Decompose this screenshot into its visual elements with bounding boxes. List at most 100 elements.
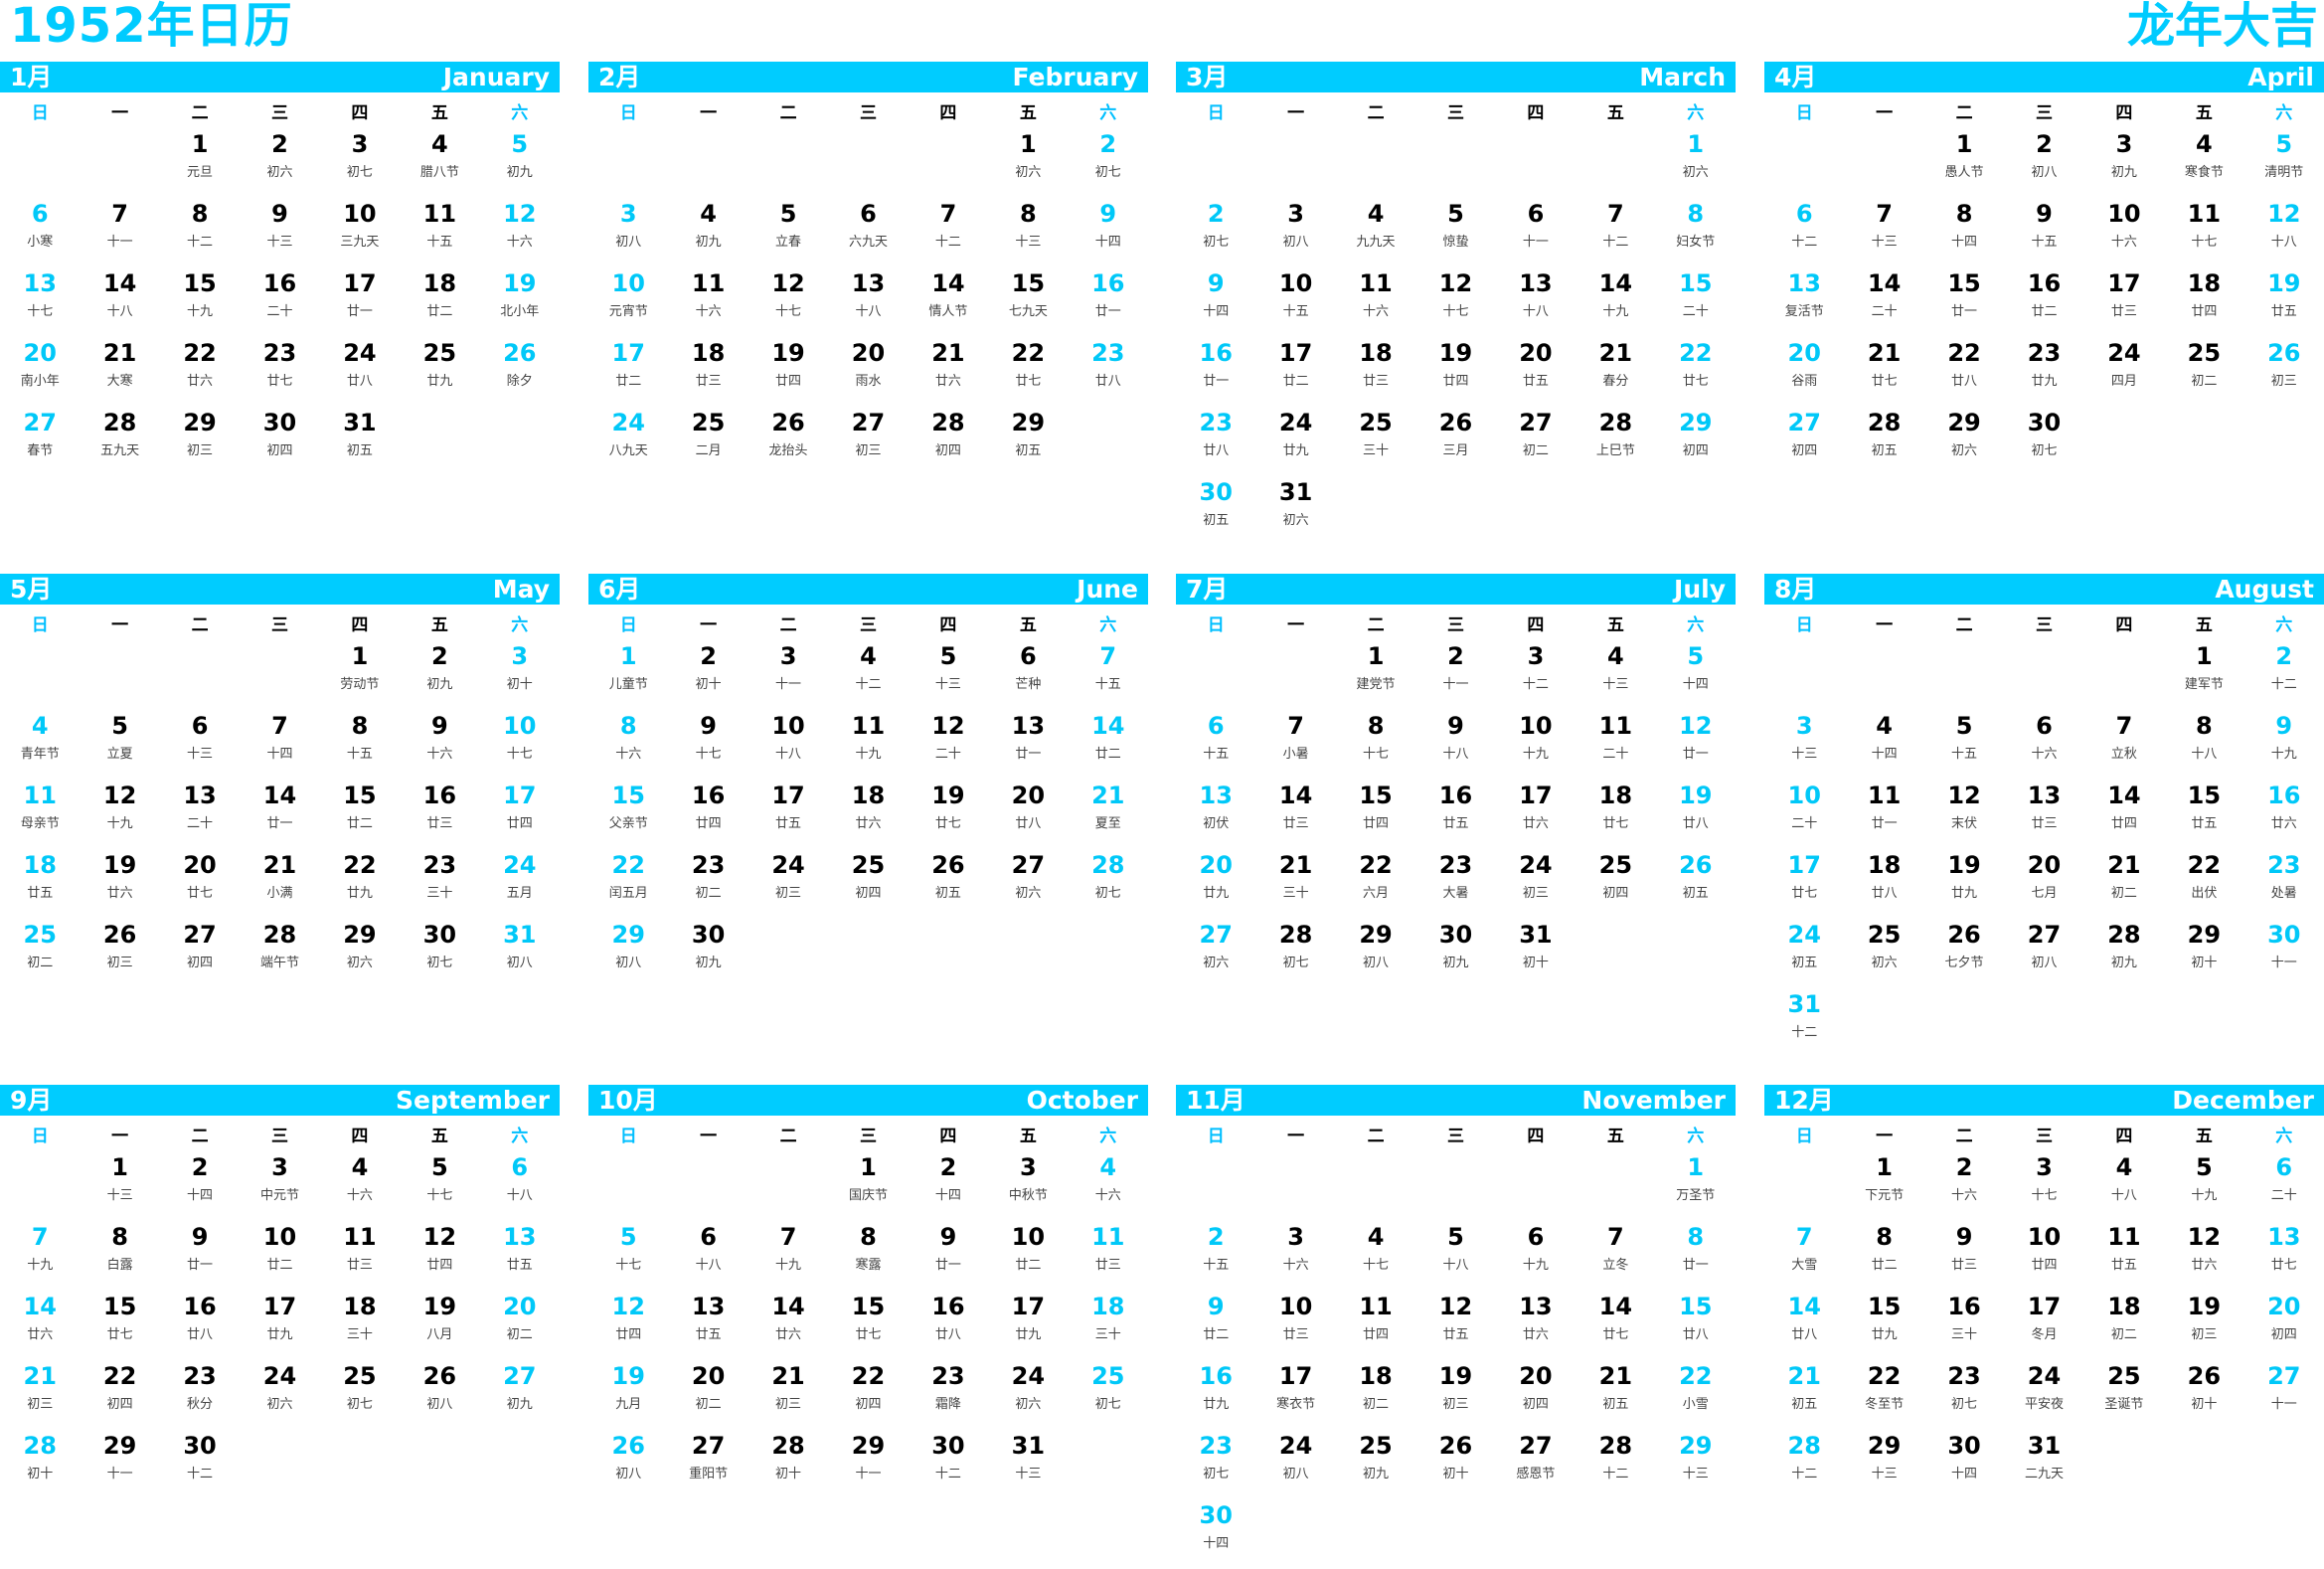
day-number: 29	[183, 409, 217, 436]
month-name-cn: 11月	[1186, 1086, 1245, 1115]
lunar-date: 十二	[855, 677, 882, 692]
lunar-date: 十一	[855, 1467, 882, 1482]
day-number: 12	[2267, 200, 2301, 228]
lunar-date: 九九天	[1356, 235, 1396, 250]
weekday-header: 日一二三四五六	[588, 1116, 1148, 1151]
day-number: 23	[183, 1362, 217, 1390]
day-number: 31	[1278, 478, 1313, 506]
day-number: 4	[1876, 712, 1893, 740]
weekday-label: 六	[1099, 614, 1117, 635]
empty-cell	[1255, 1151, 1335, 1221]
lunar-date: 初二	[1522, 443, 1549, 458]
day-number: 9	[271, 200, 288, 228]
day-cell: 23 霜降	[909, 1360, 988, 1430]
day-cell: 19 八月	[400, 1291, 479, 1360]
lunar-date: 小暑	[1282, 747, 1309, 762]
day-number: 4	[1607, 642, 1624, 670]
empty-cell	[1415, 1151, 1495, 1221]
day-cell: 13 十七	[0, 267, 80, 337]
day-cell: 6 十八	[668, 1221, 747, 1291]
lunar-date: 十九	[1602, 304, 1629, 319]
day-cell: 5 清明节	[2244, 128, 2324, 198]
day-number: 8	[2196, 712, 2213, 740]
day-cell: 12 十七	[748, 267, 828, 337]
lunar-date: 下元节	[1865, 1188, 1905, 1203]
day-number: 24	[2107, 339, 2141, 367]
month-name-cn: 8月	[1774, 575, 1817, 604]
day-number: 15	[1679, 1293, 1713, 1320]
lunar-date: 万圣节	[1676, 1188, 1716, 1203]
day-cell: 30 十一	[2244, 919, 2324, 988]
lunar-date: 二月	[695, 443, 722, 458]
day-cell: 2 初六	[240, 128, 319, 198]
lunar-date: 初四	[1682, 443, 1709, 458]
weekday-label: 六	[2275, 614, 2293, 635]
day-cell: 6 十六	[2004, 710, 2083, 780]
day-cell: 9 十四	[1176, 267, 1255, 337]
day-number: 12	[931, 712, 965, 740]
day-number: 16	[931, 1293, 965, 1320]
day-number: 24	[1278, 409, 1313, 436]
lunar-date: 八月	[426, 1327, 453, 1342]
day-number: 18	[2107, 1293, 2141, 1320]
day-number: 29	[1679, 1432, 1713, 1460]
day-cell: 27 初九	[480, 1360, 560, 1430]
weekday-header: 日一二三四五六	[1764, 1116, 2324, 1151]
weekday-label: 一	[1876, 614, 1894, 635]
day-number: 17	[1278, 1362, 1313, 1390]
day-cell: 15 廿二	[320, 780, 400, 849]
day-number: 28	[2107, 921, 2141, 949]
day-cell: 17 廿二	[588, 337, 668, 407]
day-cell: 9 廿二	[1176, 1291, 1255, 1360]
day-number: 23	[1199, 1432, 1233, 1460]
empty-cell	[2004, 640, 2083, 710]
day-cell: 21 初五	[1764, 1360, 1844, 1430]
lunar-date: 十三	[1682, 1467, 1709, 1482]
weekday-header: 日一二三四五六	[588, 605, 1148, 640]
day-number: 20	[183, 851, 217, 879]
day-number: 10	[1278, 269, 1313, 297]
lunar-date: 廿八	[346, 374, 373, 389]
day-number: 24	[1787, 921, 1821, 949]
day-cell: 1 初六	[988, 128, 1068, 198]
day-number: 8	[1367, 712, 1385, 740]
day-cell: 15 七九天	[988, 267, 1068, 337]
day-number: 13	[1011, 712, 1046, 740]
day-number: 21	[2107, 851, 2141, 879]
weekday-label: 日	[1207, 614, 1225, 635]
day-cell: 16 廿四	[668, 780, 747, 849]
day-cell: 23 初七	[1176, 1430, 1255, 1499]
lunar-date: 三九天	[340, 235, 380, 250]
lunar-date: 初三	[27, 1397, 54, 1412]
day-number: 21	[1091, 782, 1125, 809]
day-number: 1	[1687, 130, 1705, 158]
lunar-date: 十九	[187, 304, 214, 319]
day-cell: 29 初八	[588, 919, 668, 988]
lunar-date: 十六	[2110, 235, 2137, 250]
day-cell: 16 廿九	[1176, 1360, 1255, 1430]
weekday-label: 五	[430, 614, 448, 635]
day-cell: 3 中元节	[240, 1151, 319, 1221]
lunar-date: 十一	[1442, 677, 1469, 692]
month-header: 10月 October	[588, 1085, 1148, 1116]
lunar-date: 三十	[1363, 443, 1390, 458]
day-number: 16	[2267, 782, 2301, 809]
lunar-date: 十五	[1094, 677, 1121, 692]
day-cell: 16 廿一	[1069, 267, 1148, 337]
lunar-date: 廿一	[1951, 304, 1978, 319]
day-cell: 6 十八	[480, 1151, 560, 1221]
day-number: 16	[1091, 269, 1125, 297]
day-cell: 5 初九	[480, 128, 560, 198]
month-2: 2月 February 日 一 二 三 四 五 六 1 初六 2 初七 3 初八 4 初九 5 立春 6 六九天 7 十二 8…	[588, 62, 1148, 476]
day-number: 25	[2107, 1362, 2141, 1390]
day-cell: 8 妇女节	[1656, 198, 1736, 267]
day-cell: 11 廿三	[1069, 1221, 1148, 1291]
lunar-date: 十二	[187, 235, 214, 250]
lunar-date: 六九天	[848, 235, 888, 250]
weekday-label: 四	[351, 102, 369, 123]
day-number: 27	[1787, 409, 1821, 436]
day-number: 14	[1867, 269, 1902, 297]
day-cell: 31 初十	[1496, 919, 1576, 988]
weekday-label: 一	[111, 614, 129, 635]
lunar-date: 七月	[2031, 886, 2058, 901]
